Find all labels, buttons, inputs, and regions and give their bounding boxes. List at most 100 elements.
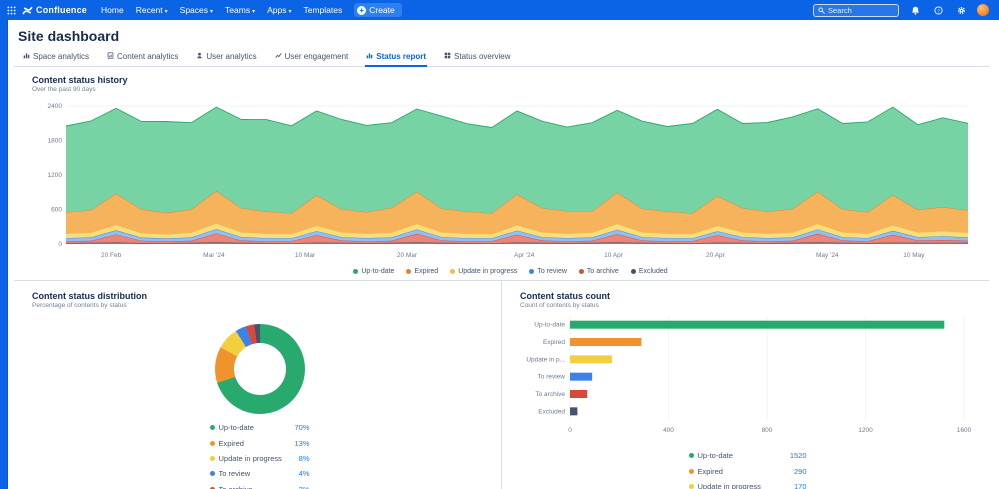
history-title: Content status history (32, 75, 989, 85)
legend-dot (210, 471, 215, 476)
help-icon[interactable]: ? (931, 3, 945, 17)
legend-label: Up-to-date (698, 451, 786, 460)
content-status-count-chart: 040080012001600Up-to-dateExpiredUpdate i… (520, 312, 972, 438)
search-box[interactable] (813, 4, 899, 17)
legend-dot (689, 453, 694, 458)
tab-status-overview[interactable]: Status overview (443, 49, 511, 67)
nav-item-teams[interactable]: Teams▾ (219, 5, 261, 15)
user-icon (196, 52, 203, 61)
search-input[interactable] (828, 6, 894, 15)
legend-dot (529, 269, 534, 274)
count-legend-row: Up-to-date1520 (689, 448, 807, 463)
history-legend: Up-to-date Expired Update in progress To re… (32, 268, 989, 275)
svg-text:Update in p...: Update in p... (526, 356, 565, 363)
line-chart-icon (275, 52, 282, 61)
legend-label: Up-to-date (219, 423, 291, 432)
legend-dot (579, 269, 584, 274)
content-status-distribution-donut (215, 324, 305, 414)
page-title: Site dashboard (18, 28, 989, 44)
notifications-bell-icon[interactable] (908, 3, 922, 17)
count-title: Content status count (520, 291, 975, 301)
content-status-history-section: Content status history Over the past 90 … (14, 67, 989, 275)
legend-value: 70% (294, 423, 309, 432)
history-legend-item: Expired (406, 268, 438, 275)
svg-text:To archive: To archive (535, 391, 565, 398)
chevron-down-icon: ▾ (288, 9, 291, 15)
legend-dot (210, 425, 215, 430)
legend-label: Up-to-date (361, 268, 394, 275)
create-button[interactable]: + Create (354, 3, 402, 17)
legend-dot (406, 269, 411, 274)
distribution-title: Content status distribution (32, 291, 487, 301)
user-avatar[interactable] (977, 4, 989, 16)
collapsed-sidebar-rail[interactable] (0, 0, 8, 489)
app-switcher-icon[interactable] (4, 3, 18, 17)
legend-value: 8% (299, 454, 310, 463)
svg-text:1200: 1200 (858, 427, 873, 434)
nav-item-apps[interactable]: Apps▾ (261, 5, 297, 15)
confluence-logo[interactable]: Confluence (22, 5, 87, 16)
svg-text:1800: 1800 (48, 138, 63, 145)
donut-hole (234, 343, 286, 395)
history-legend-item: To review (529, 268, 567, 275)
svg-text:400: 400 (663, 427, 674, 434)
legend-value: 4% (299, 469, 310, 478)
tab-status-report[interactable]: Status report (365, 49, 427, 67)
history-legend-item: Update in progress (450, 268, 517, 275)
tab-user-analytics[interactable]: User analytics (195, 49, 257, 67)
svg-text:800: 800 (762, 427, 773, 434)
svg-text:To review: To review (538, 374, 566, 381)
legend-label: Expired (219, 439, 291, 448)
history-legend-item: Excluded (631, 268, 668, 275)
chevron-down-icon: ▾ (165, 9, 168, 15)
grid-icon (444, 52, 451, 61)
legend-dot (450, 269, 455, 274)
svg-text:20 Feb: 20 Feb (101, 252, 122, 259)
tab-user-engagement[interactable]: User engagement (274, 49, 350, 67)
bar-chart-icon (23, 52, 30, 61)
content-status-distribution-section: Content status distribution Percentage o… (14, 281, 501, 489)
content-status-history-chart: 060012001800240020 FebMar '2410 Mar20 Ma… (32, 96, 982, 266)
nav-item-spaces[interactable]: Spaces▾ (174, 5, 219, 15)
distribution-legend-row: Expired13% (210, 435, 310, 450)
svg-text:Expired: Expired (543, 339, 565, 346)
legend-dot (689, 484, 694, 489)
legend-label: Update in progress (458, 268, 517, 275)
svg-text:10 May: 10 May (903, 252, 925, 259)
count-legend-row: Expired290 (689, 463, 807, 478)
tab-label: Content analytics (117, 52, 178, 61)
legend-label: To review (537, 268, 567, 275)
legend-label: Excluded (639, 268, 668, 275)
settings-gear-icon[interactable] (954, 3, 968, 17)
history-subtitle: Over the past 90 days (32, 86, 989, 93)
tab-space-analytics[interactable]: Space analytics (22, 49, 90, 67)
legend-value: 290 (794, 467, 807, 476)
nav-item-recent[interactable]: Recent▾ (130, 5, 174, 15)
svg-text:Apr '24: Apr '24 (514, 252, 535, 259)
legend-dot (631, 269, 636, 274)
create-button-label: Create (369, 5, 395, 15)
svg-text:1200: 1200 (48, 172, 63, 179)
tab-content-analytics[interactable]: Content analytics (106, 49, 179, 67)
svg-text:600: 600 (51, 207, 62, 214)
history-legend-item: Up-to-date (353, 268, 394, 275)
dashboard-tabs: Space analytics Content analytics User ana… (14, 49, 989, 67)
distribution-legend-row: To archive3% (210, 482, 310, 489)
nav-item-home[interactable]: Home (95, 5, 130, 15)
top-navigation-bar: Confluence HomeRecent▾Spaces▾Teams▾Apps▾… (0, 0, 999, 20)
nav-item-templates[interactable]: Templates (297, 5, 348, 15)
legend-label: To review (219, 469, 295, 478)
distribution-legend: Up-to-date70% Expired13%Update in progres… (210, 420, 310, 489)
svg-text:Mar '24: Mar '24 (203, 252, 225, 259)
svg-text:0: 0 (568, 427, 572, 434)
legend-dot (689, 469, 694, 474)
svg-text:May '24: May '24 (816, 252, 839, 259)
distribution-legend-row: Update in progress8% (210, 451, 310, 466)
primary-nav: HomeRecent▾Spaces▾Teams▾Apps▾Templates (95, 5, 348, 15)
confluence-wordmark: Confluence (36, 5, 87, 15)
legend-label: Expired (414, 268, 438, 275)
main-content: Site dashboard Space analytics Content an… (8, 20, 999, 489)
count-subtitle: Count of contents by status (520, 302, 975, 309)
legend-value: 3% (299, 485, 310, 489)
legend-label: Update in progress (698, 482, 790, 489)
